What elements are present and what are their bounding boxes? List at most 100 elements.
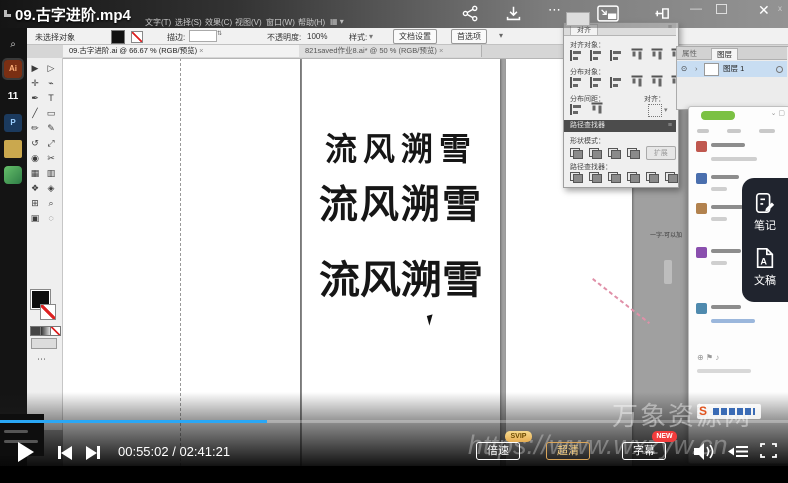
pen-tool-icon[interactable]: ✒ [27, 91, 43, 106]
align-left-icon[interactable] [570, 50, 584, 61]
outline-icon[interactable] [646, 172, 659, 183]
tab-close-icon[interactable]: × [199, 46, 203, 55]
pencil-tool-icon[interactable]: ✎ [43, 121, 59, 136]
more-tools-icon[interactable]: ⋯ [37, 354, 46, 365]
speed-button[interactable]: 倍速 [476, 442, 520, 460]
progress-bar-fill[interactable] [0, 420, 267, 423]
illustrator-app-icon[interactable]: Ai [4, 60, 22, 78]
docs-button[interactable]: A 文稿 [754, 247, 776, 288]
document-tab-inactive[interactable]: 821saved作业8.ai* @ 50 % (RGB/预览) × [299, 45, 482, 57]
lasso-tool-icon[interactable]: ⌁ [43, 76, 59, 91]
next-button[interactable] [86, 444, 100, 462]
fill-swatch[interactable] [111, 30, 125, 44]
minimize-icon[interactable]: — [690, 1, 702, 15]
document-tab-active[interactable]: 09.古字进阶.ai @ 66.67 % (RGB/预览) × [63, 45, 311, 57]
align-top-icon[interactable] [631, 49, 642, 63]
hand-tool-icon[interactable]: ▣ [27, 211, 43, 226]
style-dropdown[interactable]: ▾ [369, 32, 373, 41]
minus-back-icon[interactable] [665, 172, 678, 183]
opacity-value[interactable]: 100% [307, 32, 327, 41]
file-explorer-icon[interactable] [4, 140, 22, 158]
line-tool-icon[interactable]: ╱ [27, 106, 43, 121]
menu-window[interactable]: 窗口(W) [266, 17, 295, 28]
exclude-icon[interactable] [627, 148, 640, 159]
canvas-scrollbar[interactable] [664, 260, 672, 284]
workspace-dropdown-icon[interactable]: ▾ [499, 31, 503, 40]
tab-close-icon[interactable]: × [439, 46, 443, 55]
picture-in-picture-icon[interactable] [597, 5, 619, 27]
dock-panel-icon[interactable] [650, 5, 670, 27]
menu-help[interactable]: 帮助(H) [298, 17, 325, 28]
align-to-dropdown-icon[interactable]: ▾ [664, 106, 668, 114]
distribute-left-icon[interactable] [631, 76, 642, 90]
search-field[interactable] [566, 12, 590, 26]
vertical-space-icon[interactable] [570, 104, 584, 115]
share-icon[interactable] [462, 5, 479, 27]
panel-menu-icon[interactable]: ≡ [668, 120, 672, 132]
document-setup-button[interactable]: 文档设置 [393, 29, 437, 44]
distribute-vcenter-icon[interactable] [590, 77, 604, 88]
blend-tool-icon[interactable]: ❖ [27, 181, 43, 196]
artboard-text-1[interactable]: 流风溯雪 [302, 124, 500, 170]
selection-tool-icon[interactable]: ▶ [27, 61, 43, 76]
close-small-icon[interactable]: x [778, 4, 782, 13]
symbol-tool-icon[interactable]: ◈ [43, 181, 59, 196]
chat-toolbar-icons[interactable]: ⊕ ⚑ ♪ [697, 353, 719, 362]
notes-button[interactable]: 笔记 [754, 192, 776, 233]
minus-front-icon[interactable] [589, 148, 602, 159]
distribute-hcenter-icon[interactable] [651, 76, 662, 90]
mesh-tool-icon[interactable]: ▦ [27, 166, 43, 181]
menu-view[interactable]: 视图(V) [235, 17, 262, 28]
stroke-color-swatch[interactable] [40, 304, 56, 320]
stroke-stepper[interactable]: ⇅ [217, 30, 222, 37]
rectangle-tool-icon[interactable]: ▭ [43, 106, 59, 121]
layers-tab[interactable]: 图层 [711, 48, 738, 60]
magic-wand-tool-icon[interactable]: ✛ [27, 76, 43, 91]
stroke-value-field[interactable] [189, 30, 217, 42]
download-icon[interactable] [505, 5, 522, 27]
close-icon[interactable]: ✕ [758, 2, 770, 19]
divide-icon[interactable] [570, 172, 583, 183]
expand-chevron-icon[interactable]: › [695, 61, 698, 77]
gradient-tool-icon[interactable]: ▥ [43, 166, 59, 181]
search-icon[interactable]: ⌕ [4, 36, 22, 54]
menu-type[interactable]: 文字(T) [145, 17, 171, 28]
align-right-icon[interactable] [610, 50, 624, 61]
stroke-swatch[interactable] [131, 31, 143, 43]
align-to-selection-icon[interactable] [648, 104, 662, 117]
expand-button[interactable]: 扩展 [646, 146, 676, 160]
scissors-tool-icon[interactable]: ✂ [43, 151, 59, 166]
playlist-icon[interactable] [728, 444, 748, 464]
app-icon-green[interactable] [4, 166, 22, 184]
grid-icon[interactable] [4, 10, 11, 17]
workspace-switcher-icon[interactable]: ▦ ▾ [330, 17, 344, 26]
eyedropper-tool-icon[interactable]: ◉ [27, 151, 43, 166]
distribute-bottom-icon[interactable] [610, 77, 624, 88]
quality-button[interactable]: 超清 [546, 442, 590, 460]
type-tool-icon[interactable]: T [43, 91, 59, 106]
shape-builder-tool-icon[interactable]: ◌ [43, 211, 59, 226]
layer-thumbnail[interactable] [704, 63, 719, 76]
artboard-tool-icon[interactable]: ⊞ [27, 196, 43, 211]
scale-tool-icon[interactable]: ⤢ [43, 136, 59, 151]
subtitle-button[interactable]: 字幕 [622, 442, 666, 460]
fullscreen-icon[interactable] [760, 443, 777, 463]
layer-row[interactable]: ⊙ › 图层 1 [677, 61, 787, 77]
volume-icon[interactable] [694, 443, 716, 465]
properties-tab[interactable]: 属性 [682, 48, 697, 59]
align-middle-icon[interactable] [651, 49, 662, 63]
layer-name[interactable]: 图层 1 [723, 61, 744, 77]
rotate-tool-icon[interactable]: ↺ [27, 136, 43, 151]
merge-icon[interactable] [608, 172, 621, 183]
intersect-icon[interactable] [608, 148, 621, 159]
restore-icon[interactable] [716, 4, 727, 14]
menu-effect[interactable]: 效果(C) [205, 17, 232, 28]
menu-select[interactable]: 选择(S) [175, 17, 202, 28]
target-circle-icon[interactable] [776, 66, 783, 73]
photoshop-app-icon[interactable]: P [4, 114, 22, 132]
chat-window-controls[interactable]: ⌄ ▢ [771, 109, 785, 117]
previous-button[interactable] [58, 444, 72, 462]
horizontal-space-icon[interactable] [591, 103, 602, 117]
crop-icon[interactable] [627, 172, 640, 183]
draw-mode-buttons[interactable] [31, 338, 57, 349]
